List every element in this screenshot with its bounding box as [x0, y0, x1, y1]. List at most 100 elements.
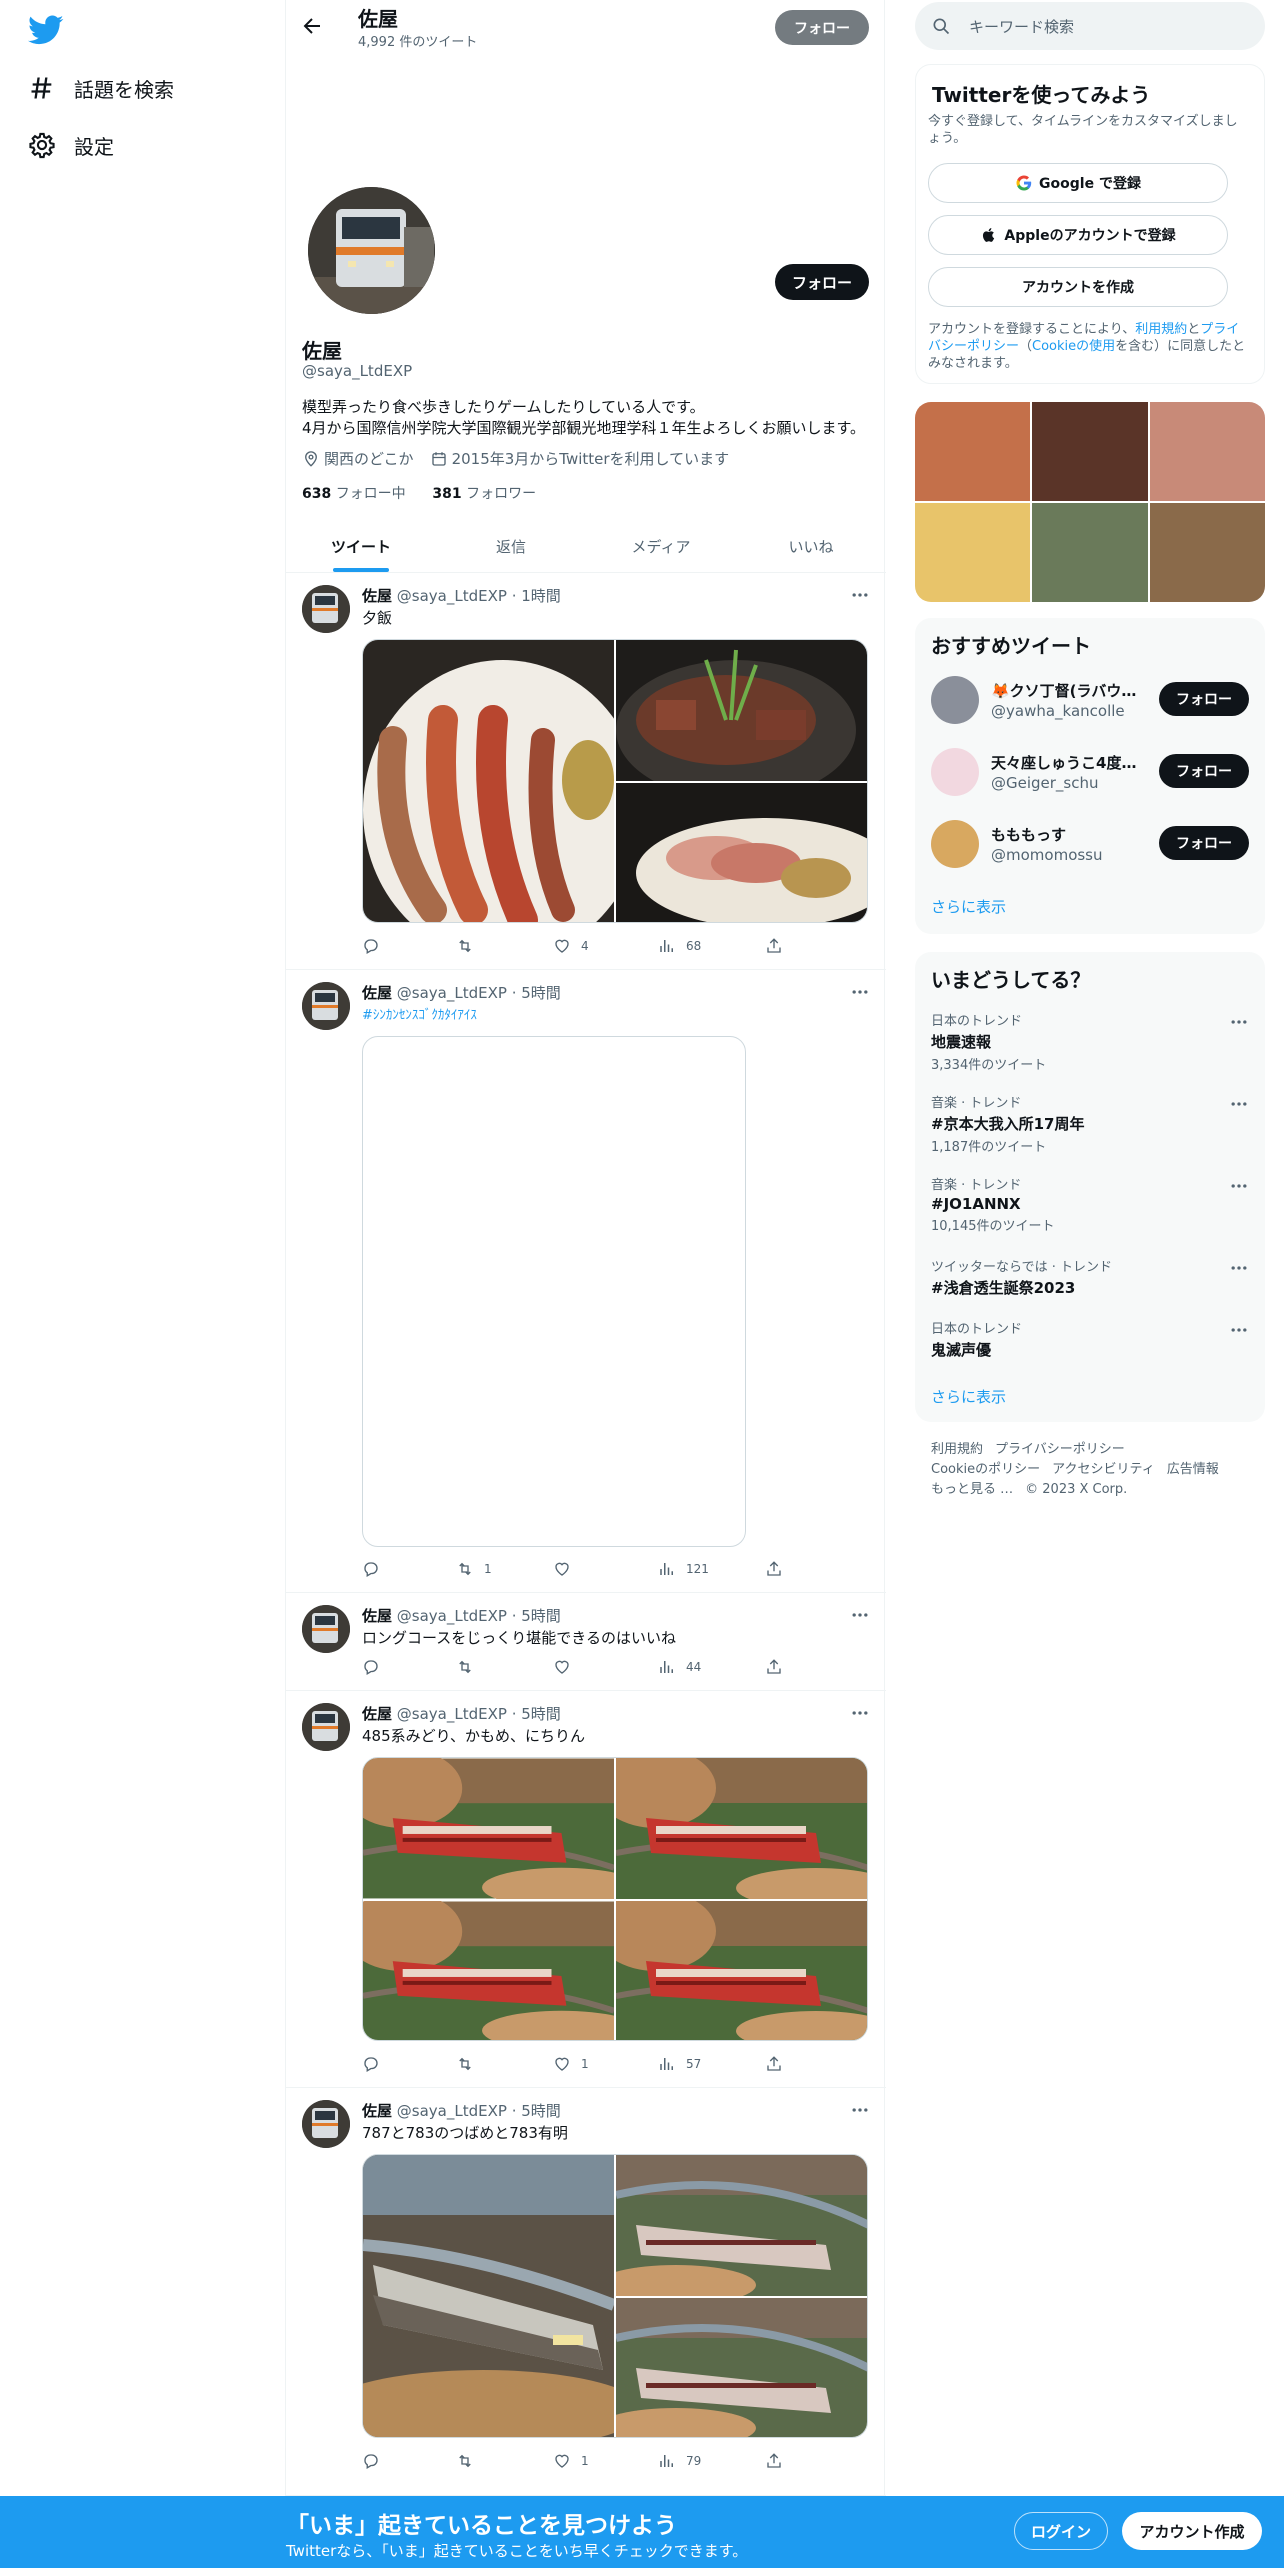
- recommended-user[interactable]: もももっす @momomossu フォロー: [931, 820, 1249, 876]
- media-grid-photo[interactable]: [1032, 402, 1148, 501]
- media-photo[interactable]: [616, 2298, 867, 2437]
- views-button[interactable]: 44: [658, 1658, 701, 1676]
- recommended-show-more[interactable]: さらに表示: [931, 896, 1006, 917]
- more-icon[interactable]: [850, 1703, 870, 1723]
- tweet-author-name[interactable]: 佐屋: [362, 2102, 392, 2120]
- tweet-media[interactable]: [362, 1757, 868, 2041]
- twitter-logo-icon[interactable]: [28, 12, 64, 48]
- tweet-time[interactable]: · 5時間: [512, 1607, 561, 1625]
- apple-signup-button[interactable]: Appleのアカウントで登録: [928, 215, 1228, 255]
- nav-settings[interactable]: 設定: [28, 125, 114, 165]
- footer-privacy[interactable]: プライバシーポリシー: [995, 1442, 1125, 1457]
- retweet-button[interactable]: 1: [456, 1560, 492, 1578]
- more-icon[interactable]: [1229, 1258, 1249, 1278]
- tweet[interactable]: 佐屋 @saya_LtdEXP · 5時間 485系みどり、かもめ、にちりん 1…: [286, 1691, 886, 2088]
- more-icon[interactable]: [850, 585, 870, 605]
- more-icon[interactable]: [850, 2100, 870, 2120]
- tweet-author-handle[interactable]: @saya_LtdEXP: [397, 1705, 507, 1723]
- following-link[interactable]: 638 フォロー中: [302, 486, 406, 502]
- tweet-time[interactable]: · 5時間: [512, 984, 561, 1002]
- avatar[interactable]: [931, 820, 979, 868]
- media-photo[interactable]: [616, 783, 867, 922]
- tweet-media[interactable]: [362, 639, 868, 923]
- retweet-button[interactable]: [456, 937, 484, 955]
- like-button[interactable]: 1: [553, 2055, 589, 2073]
- tweet-media[interactable]: [362, 2154, 868, 2438]
- follow-button[interactable]: フォロー: [1159, 682, 1249, 716]
- tweet[interactable]: 佐屋 @saya_LtdEXP · 5時間 ロングコースをじっくり堪能できるのは…: [286, 1593, 886, 1691]
- footer-more[interactable]: もっと見る …: [931, 1482, 1013, 1497]
- trend-item[interactable]: 日本のトレンド 鬼滅声優: [931, 1318, 1249, 1360]
- google-signup-button[interactable]: Google で登録: [928, 163, 1228, 203]
- tweet-author-name[interactable]: 佐屋: [362, 1705, 392, 1723]
- nav-explore[interactable]: 話題を検索: [28, 68, 174, 108]
- tweet[interactable]: 佐屋 @saya_LtdEXP · 5時間 787と783のつばめと783有明: [286, 2088, 886, 2496]
- tweet-hashtag[interactable]: #ｼﾝｶﾝｾﾝｽｺﾞｸｶﾀｲｱｲｽ: [362, 1004, 477, 1023]
- tweet-author-handle[interactable]: @saya_LtdEXP: [397, 984, 507, 1002]
- trend-item[interactable]: ツイッターならでは · トレンド #浅倉透生誕祭2023: [931, 1256, 1249, 1298]
- create-account-button[interactable]: アカウントを作成: [928, 267, 1228, 307]
- footer-accessibility[interactable]: アクセシビリティ: [1052, 1462, 1155, 1477]
- terms-link[interactable]: 利用規約: [1135, 322, 1187, 337]
- like-button[interactable]: 1: [553, 2452, 589, 2470]
- tweet[interactable]: 佐屋 @saya_LtdEXP · 5時間 #ｼﾝｶﾝｾﾝｽｺﾞｸｶﾀｲｱｲｽ …: [286, 970, 886, 1593]
- media-photo[interactable]: [616, 1901, 867, 2040]
- retweet-button[interactable]: [456, 2055, 484, 2073]
- like-button[interactable]: [553, 1658, 581, 1676]
- tweet-avatar[interactable]: [302, 585, 350, 633]
- reply-button[interactable]: [362, 2055, 390, 2073]
- tweet-media[interactable]: [362, 1036, 746, 1547]
- follow-button[interactable]: フォロー: [1159, 826, 1249, 860]
- footer-ads[interactable]: 広告情報: [1167, 1462, 1219, 1477]
- share-button[interactable]: [765, 937, 793, 955]
- media-grid-photo[interactable]: [1150, 402, 1265, 501]
- reply-button[interactable]: [362, 1658, 390, 1676]
- reply-button[interactable]: [362, 2452, 390, 2470]
- media-photo[interactable]: [616, 640, 867, 781]
- trend-item[interactable]: 日本のトレンド 地震速報 3,334件のツイート: [931, 1010, 1249, 1073]
- retweet-button[interactable]: [456, 1658, 484, 1676]
- media-photo[interactable]: [363, 1901, 614, 2040]
- share-button[interactable]: [765, 1560, 793, 1578]
- profile-avatar[interactable]: [304, 183, 439, 318]
- tweet-author-handle[interactable]: @saya_LtdEXP: [397, 587, 507, 605]
- profile-follow-button[interactable]: フォロー: [775, 264, 869, 300]
- recommended-user[interactable]: 天々座しゅうこ4度目… @Geiger_schu フォロー: [931, 748, 1249, 804]
- search-box[interactable]: キーワード検索: [915, 2, 1265, 50]
- more-icon[interactable]: [1229, 1094, 1249, 1114]
- tweet-avatar[interactable]: [302, 1605, 350, 1653]
- share-button[interactable]: [765, 1658, 793, 1676]
- media-photo[interactable]: [363, 2155, 614, 2437]
- cookie-link[interactable]: Cookieの使用: [1032, 339, 1115, 354]
- media-grid-photo[interactable]: [1150, 503, 1265, 602]
- tweet-author-name[interactable]: 佐屋: [362, 1607, 392, 1625]
- signup-button[interactable]: アカウント作成: [1122, 2512, 1262, 2550]
- footer-cookie[interactable]: Cookieのポリシー: [931, 1462, 1040, 1477]
- tweet-avatar[interactable]: [302, 1703, 350, 1751]
- tweet-author-name[interactable]: 佐屋: [362, 984, 392, 1002]
- like-button[interactable]: [553, 1560, 581, 1578]
- recommended-user[interactable]: 🦊クソ丁督(ラバウ… @yawha_kancolle フォロー: [931, 676, 1249, 732]
- tweet-author-handle[interactable]: @saya_LtdEXP: [397, 1607, 507, 1625]
- media-photo[interactable]: [363, 1758, 614, 1899]
- more-icon[interactable]: [1229, 1176, 1249, 1196]
- follow-button[interactable]: フォロー: [1159, 754, 1249, 788]
- tab-likes[interactable]: いいね: [736, 520, 886, 572]
- trend-item[interactable]: 音楽 · トレンド #京本大我入所17周年 1,187件のツイート: [931, 1092, 1249, 1155]
- tweet-avatar[interactable]: [302, 982, 350, 1030]
- login-button[interactable]: ログイン: [1014, 2512, 1108, 2550]
- tweet-avatar[interactable]: [302, 2100, 350, 2148]
- like-button[interactable]: 4: [553, 937, 589, 955]
- back-arrow-icon[interactable]: [300, 14, 324, 38]
- media-photo[interactable]: [363, 640, 614, 922]
- avatar[interactable]: [931, 676, 979, 724]
- more-icon[interactable]: [1229, 1012, 1249, 1032]
- tab-media[interactable]: メディア: [586, 520, 736, 572]
- footer-terms[interactable]: 利用規約: [931, 1442, 983, 1457]
- followers-link[interactable]: 381 フォロワー: [432, 486, 536, 502]
- avatar[interactable]: [931, 748, 979, 796]
- tweet-author-name[interactable]: 佐屋: [362, 587, 392, 605]
- reply-button[interactable]: [362, 1560, 390, 1578]
- tweet-time[interactable]: · 5時間: [512, 1705, 561, 1723]
- media-photo[interactable]: [616, 1758, 867, 1899]
